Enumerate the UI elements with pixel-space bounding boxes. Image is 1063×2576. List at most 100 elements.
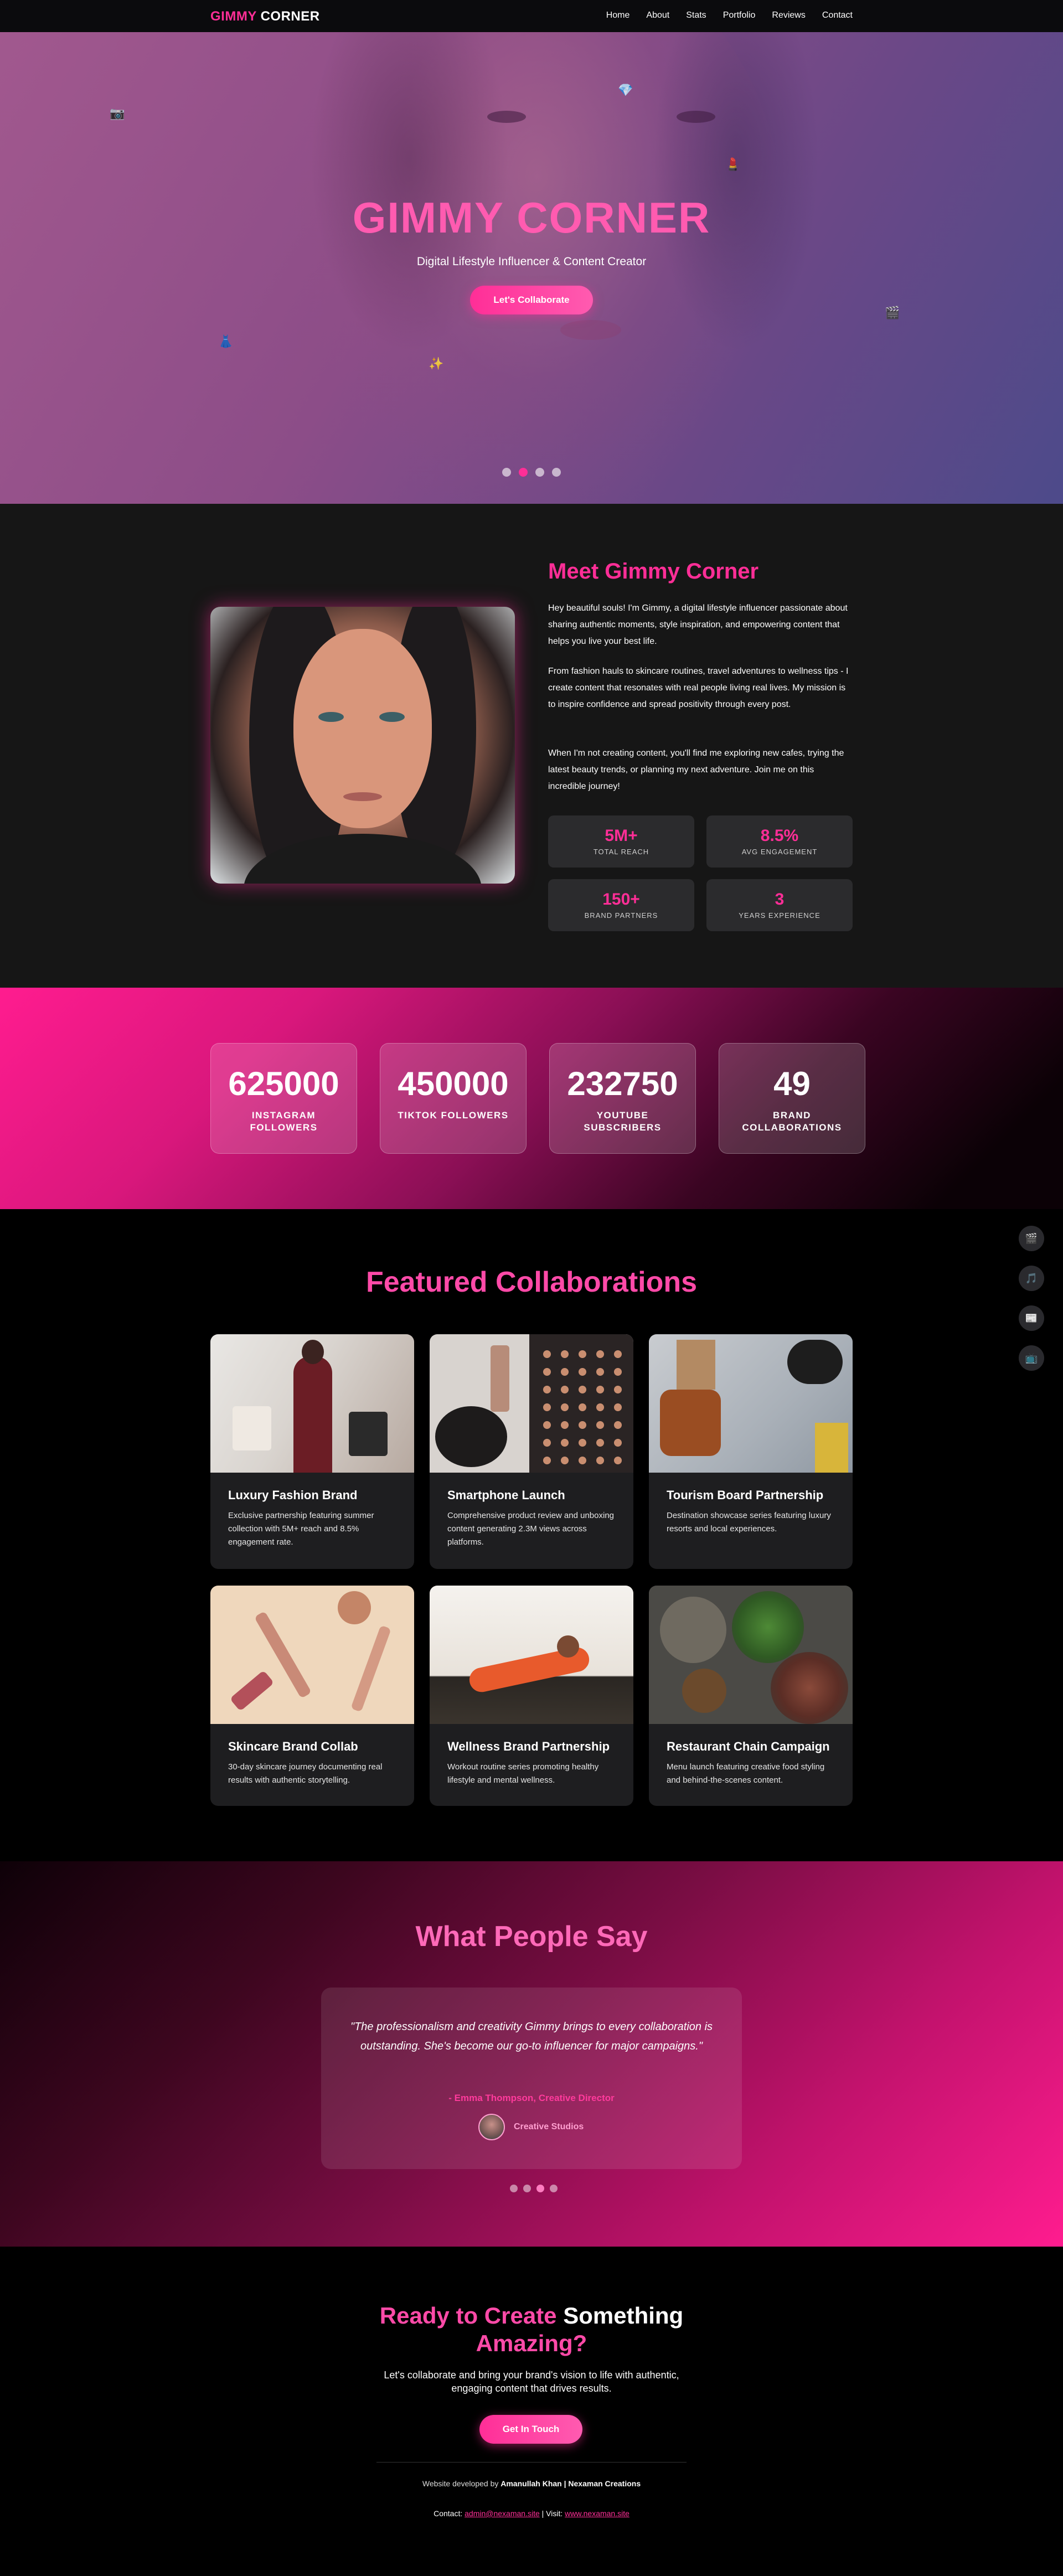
- image-figure: [293, 1356, 332, 1473]
- about-paragraph-1: Hey beautiful souls! I'm Gimmy, a digita…: [548, 603, 848, 646]
- testimonial-dot-2[interactable]: [523, 2185, 531, 2192]
- navbar: GIMMY CORNER Home About Stats Portfolio …: [0, 0, 1063, 32]
- testimonial-dot-1[interactable]: [510, 2185, 518, 2192]
- footer-website-link[interactable]: www.nexaman.site: [565, 2509, 629, 2518]
- nav-link-home[interactable]: Home: [606, 11, 630, 20]
- collab-image-tourism: [649, 1334, 853, 1473]
- footer-credit: Website developed by Amanullah Khan | Ne…: [0, 2479, 1063, 2488]
- counter-youtube: 232750 YOUTUBE SUBSCRIBERS: [549, 1043, 696, 1154]
- collab-card-tourism[interactable]: Tourism Board Partnership Destination sh…: [649, 1334, 853, 1569]
- photo-mouth: [343, 792, 382, 801]
- hero-slider-dots: [502, 468, 561, 477]
- collab-title: Smartphone Launch: [447, 1488, 565, 1502]
- film-icon[interactable]: 🎬: [1019, 1226, 1044, 1251]
- footer-contact: Contact: admin@nexaman.site | Visit: www…: [0, 2509, 1063, 2518]
- stat-label: YEARS EXPERIENCE: [739, 911, 821, 920]
- portfolio-section: Featured Collaborations 🎬 🎵 📰 📺 Luxury F…: [0, 1209, 1063, 1861]
- counter-instagram: 625000 INSTAGRAM FOLLOWERS: [210, 1043, 357, 1154]
- slide-dot-4[interactable]: [552, 468, 561, 477]
- about-section: Meet Gimmy Corner Hey beautiful souls! I…: [0, 504, 1063, 988]
- counter-label: BRAND COLLABORATIONS: [742, 1110, 842, 1133]
- music-icon[interactable]: 🎵: [1019, 1266, 1044, 1291]
- profile-photo: [210, 607, 515, 884]
- tv-icon[interactable]: 📺: [1019, 1345, 1044, 1371]
- stat-card-reach: 5M+ TOTAL REACH: [548, 815, 694, 868]
- hero-subtitle: Digital Lifestyle Influencer & Content C…: [416, 255, 647, 268]
- image-camera: [787, 1340, 843, 1384]
- get-in-touch-button[interactable]: Get In Touch: [479, 2415, 582, 2444]
- logo-part2: CORNER: [260, 9, 320, 24]
- about-heading: Meet Gimmy Corner: [548, 559, 759, 584]
- testimonial-dot-3[interactable]: [536, 2185, 544, 2192]
- testimonial-quote: "The professionalism and creativity Gimm…: [350, 2021, 713, 2052]
- image-blush-compact: [338, 1591, 371, 1624]
- collab-card-smartphone[interactable]: Smartphone Launch Comprehensive product …: [430, 1334, 633, 1569]
- image-palette-shades: [538, 1345, 627, 1467]
- hero-image-eye-right: [677, 111, 715, 123]
- image-foundation: [491, 1345, 509, 1412]
- collab-card-wellness[interactable]: Wellness Brand Partnership Workout routi…: [430, 1586, 633, 1806]
- counter-label: INSTAGRAM FOLLOWERS: [250, 1110, 318, 1133]
- footer-credit-prefix: Website developed by: [422, 2479, 499, 2488]
- newspaper-icon[interactable]: 📰: [1019, 1305, 1044, 1331]
- site-logo[interactable]: GIMMY CORNER: [210, 9, 320, 24]
- collab-card-restaurant[interactable]: Restaurant Chain Campaign Menu launch fe…: [649, 1586, 853, 1806]
- counter-number: 232750: [567, 1065, 678, 1102]
- gem-icon: 💎: [618, 83, 633, 97]
- image-notebook: [677, 1340, 715, 1390]
- collab-card-fashion[interactable]: Luxury Fashion Brand Exclusive partnersh…: [210, 1334, 414, 1569]
- collab-title: Skincare Brand Collab: [228, 1739, 358, 1753]
- image-athlete-head: [557, 1635, 579, 1658]
- sparkles-icon: ✨: [429, 357, 444, 370]
- nav-link-reviews[interactable]: Reviews: [772, 11, 805, 20]
- slide-dot-1[interactable]: [502, 468, 511, 477]
- nav-link-portfolio[interactable]: Portfolio: [723, 11, 756, 20]
- counter-number: 450000: [398, 1065, 509, 1102]
- collab-title: Luxury Fashion Brand: [228, 1488, 358, 1502]
- image-head: [302, 1340, 324, 1364]
- collab-image-restaurant: [649, 1586, 853, 1724]
- collab-description: Comprehensive product review and unboxin…: [447, 1511, 615, 1547]
- collaborate-button[interactable]: Let's Collaborate: [470, 286, 593, 314]
- slide-dot-2[interactable]: [519, 468, 528, 477]
- image-lip-gloss: [350, 1625, 391, 1712]
- collab-title: Restaurant Chain Campaign: [667, 1739, 830, 1753]
- photo-eye-left: [318, 712, 344, 722]
- hero-title: GIMMY CORNER: [352, 193, 711, 242]
- collab-image-wellness: [430, 1586, 633, 1724]
- image-guidebook: [815, 1423, 848, 1473]
- testimonial-dot-4[interactable]: [550, 2185, 558, 2192]
- image-plate: [660, 1597, 726, 1663]
- image-lipstick: [229, 1670, 275, 1712]
- collab-description: Exclusive partnership featuring summer c…: [228, 1511, 374, 1547]
- image-shopping-bag: [233, 1406, 271, 1450]
- contact-section: Ready to Create Something Amazing? Let's…: [0, 2247, 1063, 2576]
- stat-label: BRAND PARTNERS: [584, 911, 658, 920]
- collab-description: 30-day skincare journey documenting real…: [228, 1762, 383, 1785]
- testimonial-slider-dots: [510, 2185, 558, 2192]
- counter-tiktok: 450000 TIKTOK FOLLOWERS: [380, 1043, 527, 1154]
- collabs-heading: Featured Collaborations: [365, 1266, 698, 1298]
- collab-image-smartphone: [430, 1334, 633, 1473]
- counter-label: YOUTUBE SUBSCRIBERS: [584, 1110, 662, 1133]
- collab-description: Destination showcase series featuring lu…: [667, 1511, 831, 1534]
- collab-title: Wellness Brand Partnership: [447, 1739, 610, 1753]
- hero-section: 📷 💎 💄 👗 ✨ 🎬 GIMMY CORNER Digital Lifesty…: [0, 32, 1063, 504]
- image-sauce: [682, 1669, 726, 1713]
- collab-card-skincare[interactable]: Skincare Brand Collab 30-day skincare jo…: [210, 1586, 414, 1806]
- camera-icon: 📷: [110, 106, 125, 120]
- dress-icon: 👗: [218, 334, 234, 348]
- footer-contact-prefix: Contact:: [434, 2509, 463, 2518]
- stat-card-experience: 3 YEARS EXPERIENCE: [706, 879, 853, 931]
- collab-description: Menu launch featuring creative food styl…: [667, 1762, 825, 1785]
- footer-visit-prefix: | Visit:: [541, 2509, 563, 2518]
- footer-email-link[interactable]: admin@nexaman.site: [465, 2509, 540, 2518]
- nav-link-stats[interactable]: Stats: [686, 11, 706, 20]
- testimonial-author: - Emma Thompson, Creative Director: [448, 2093, 615, 2103]
- nav-link-contact[interactable]: Contact: [822, 11, 853, 20]
- footer-divider: [376, 2462, 687, 2463]
- slide-dot-3[interactable]: [535, 468, 544, 477]
- stat-card-engagement: 8.5% AVG ENGAGEMENT: [706, 815, 853, 868]
- nav-link-about[interactable]: About: [646, 11, 669, 20]
- image-salad-bowl: [732, 1591, 804, 1663]
